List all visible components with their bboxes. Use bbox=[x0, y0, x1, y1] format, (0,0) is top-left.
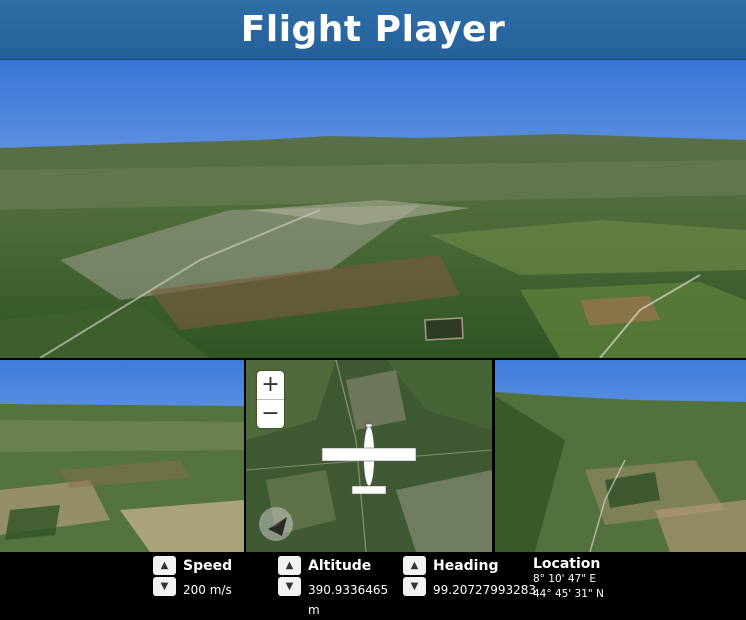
main-3d-view[interactable] bbox=[0, 60, 746, 358]
page-title: Flight Player bbox=[240, 9, 506, 50]
altitude-decrease-button[interactable]: ▼ bbox=[278, 577, 301, 596]
left-3d-view[interactable] bbox=[0, 360, 244, 552]
altitude-increase-button[interactable]: ▲ bbox=[278, 556, 301, 575]
speed-value: 200 m/s bbox=[183, 583, 232, 597]
speed-label: Speed bbox=[183, 558, 233, 574]
location-label: Location bbox=[533, 556, 601, 572]
compass-icon[interactable] bbox=[259, 507, 293, 541]
zoom-in-button[interactable]: + bbox=[257, 371, 284, 400]
speed-spinner: ▲ ▼ bbox=[153, 556, 176, 598]
speed-increase-button[interactable]: ▲ bbox=[153, 556, 176, 575]
location-longitude: 8° 10' 47" E bbox=[533, 573, 597, 585]
heading-spinner: ▲ ▼ bbox=[403, 556, 426, 598]
heading-increase-button[interactable]: ▲ bbox=[403, 556, 426, 575]
zoom-control: + − bbox=[257, 371, 284, 428]
zoom-out-button[interactable]: − bbox=[257, 400, 284, 428]
altitude-value: 390.9336465 m bbox=[308, 583, 389, 617]
speed-decrease-button[interactable]: ▼ bbox=[153, 577, 176, 596]
heading-value: 99.20727993283 bbox=[433, 583, 537, 597]
location-display: Location 8° 10' 47" E 44° 45' 31" N bbox=[533, 556, 604, 602]
heading-label: Heading bbox=[433, 558, 499, 574]
altitude-label: Altitude bbox=[308, 558, 372, 574]
app-header: Flight Player bbox=[0, 0, 746, 60]
flight-controls-bar: ▲ ▼ Speed 200 m/s ▲ ▼ Altitude 390.93364… bbox=[0, 552, 746, 617]
map-view[interactable]: + − bbox=[246, 360, 492, 552]
location-latitude: 44° 45' 31" N bbox=[533, 588, 604, 600]
heading-decrease-button[interactable]: ▼ bbox=[403, 577, 426, 596]
altitude-spinner: ▲ ▼ bbox=[278, 556, 301, 598]
right-3d-view[interactable] bbox=[495, 360, 746, 552]
